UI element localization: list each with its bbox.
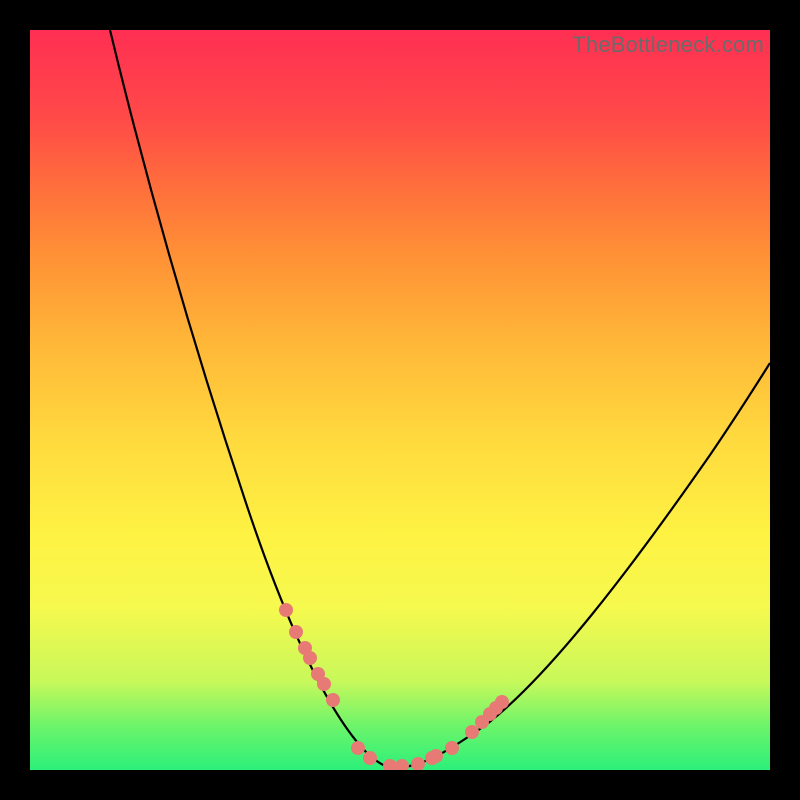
curve-left <box>110 30 393 768</box>
curve-right <box>393 363 770 768</box>
chart-frame: TheBottleneck.com <box>0 0 800 800</box>
dot-cluster <box>279 603 509 770</box>
bottleneck-curve <box>30 30 770 770</box>
plot-area: TheBottleneck.com <box>30 30 770 770</box>
